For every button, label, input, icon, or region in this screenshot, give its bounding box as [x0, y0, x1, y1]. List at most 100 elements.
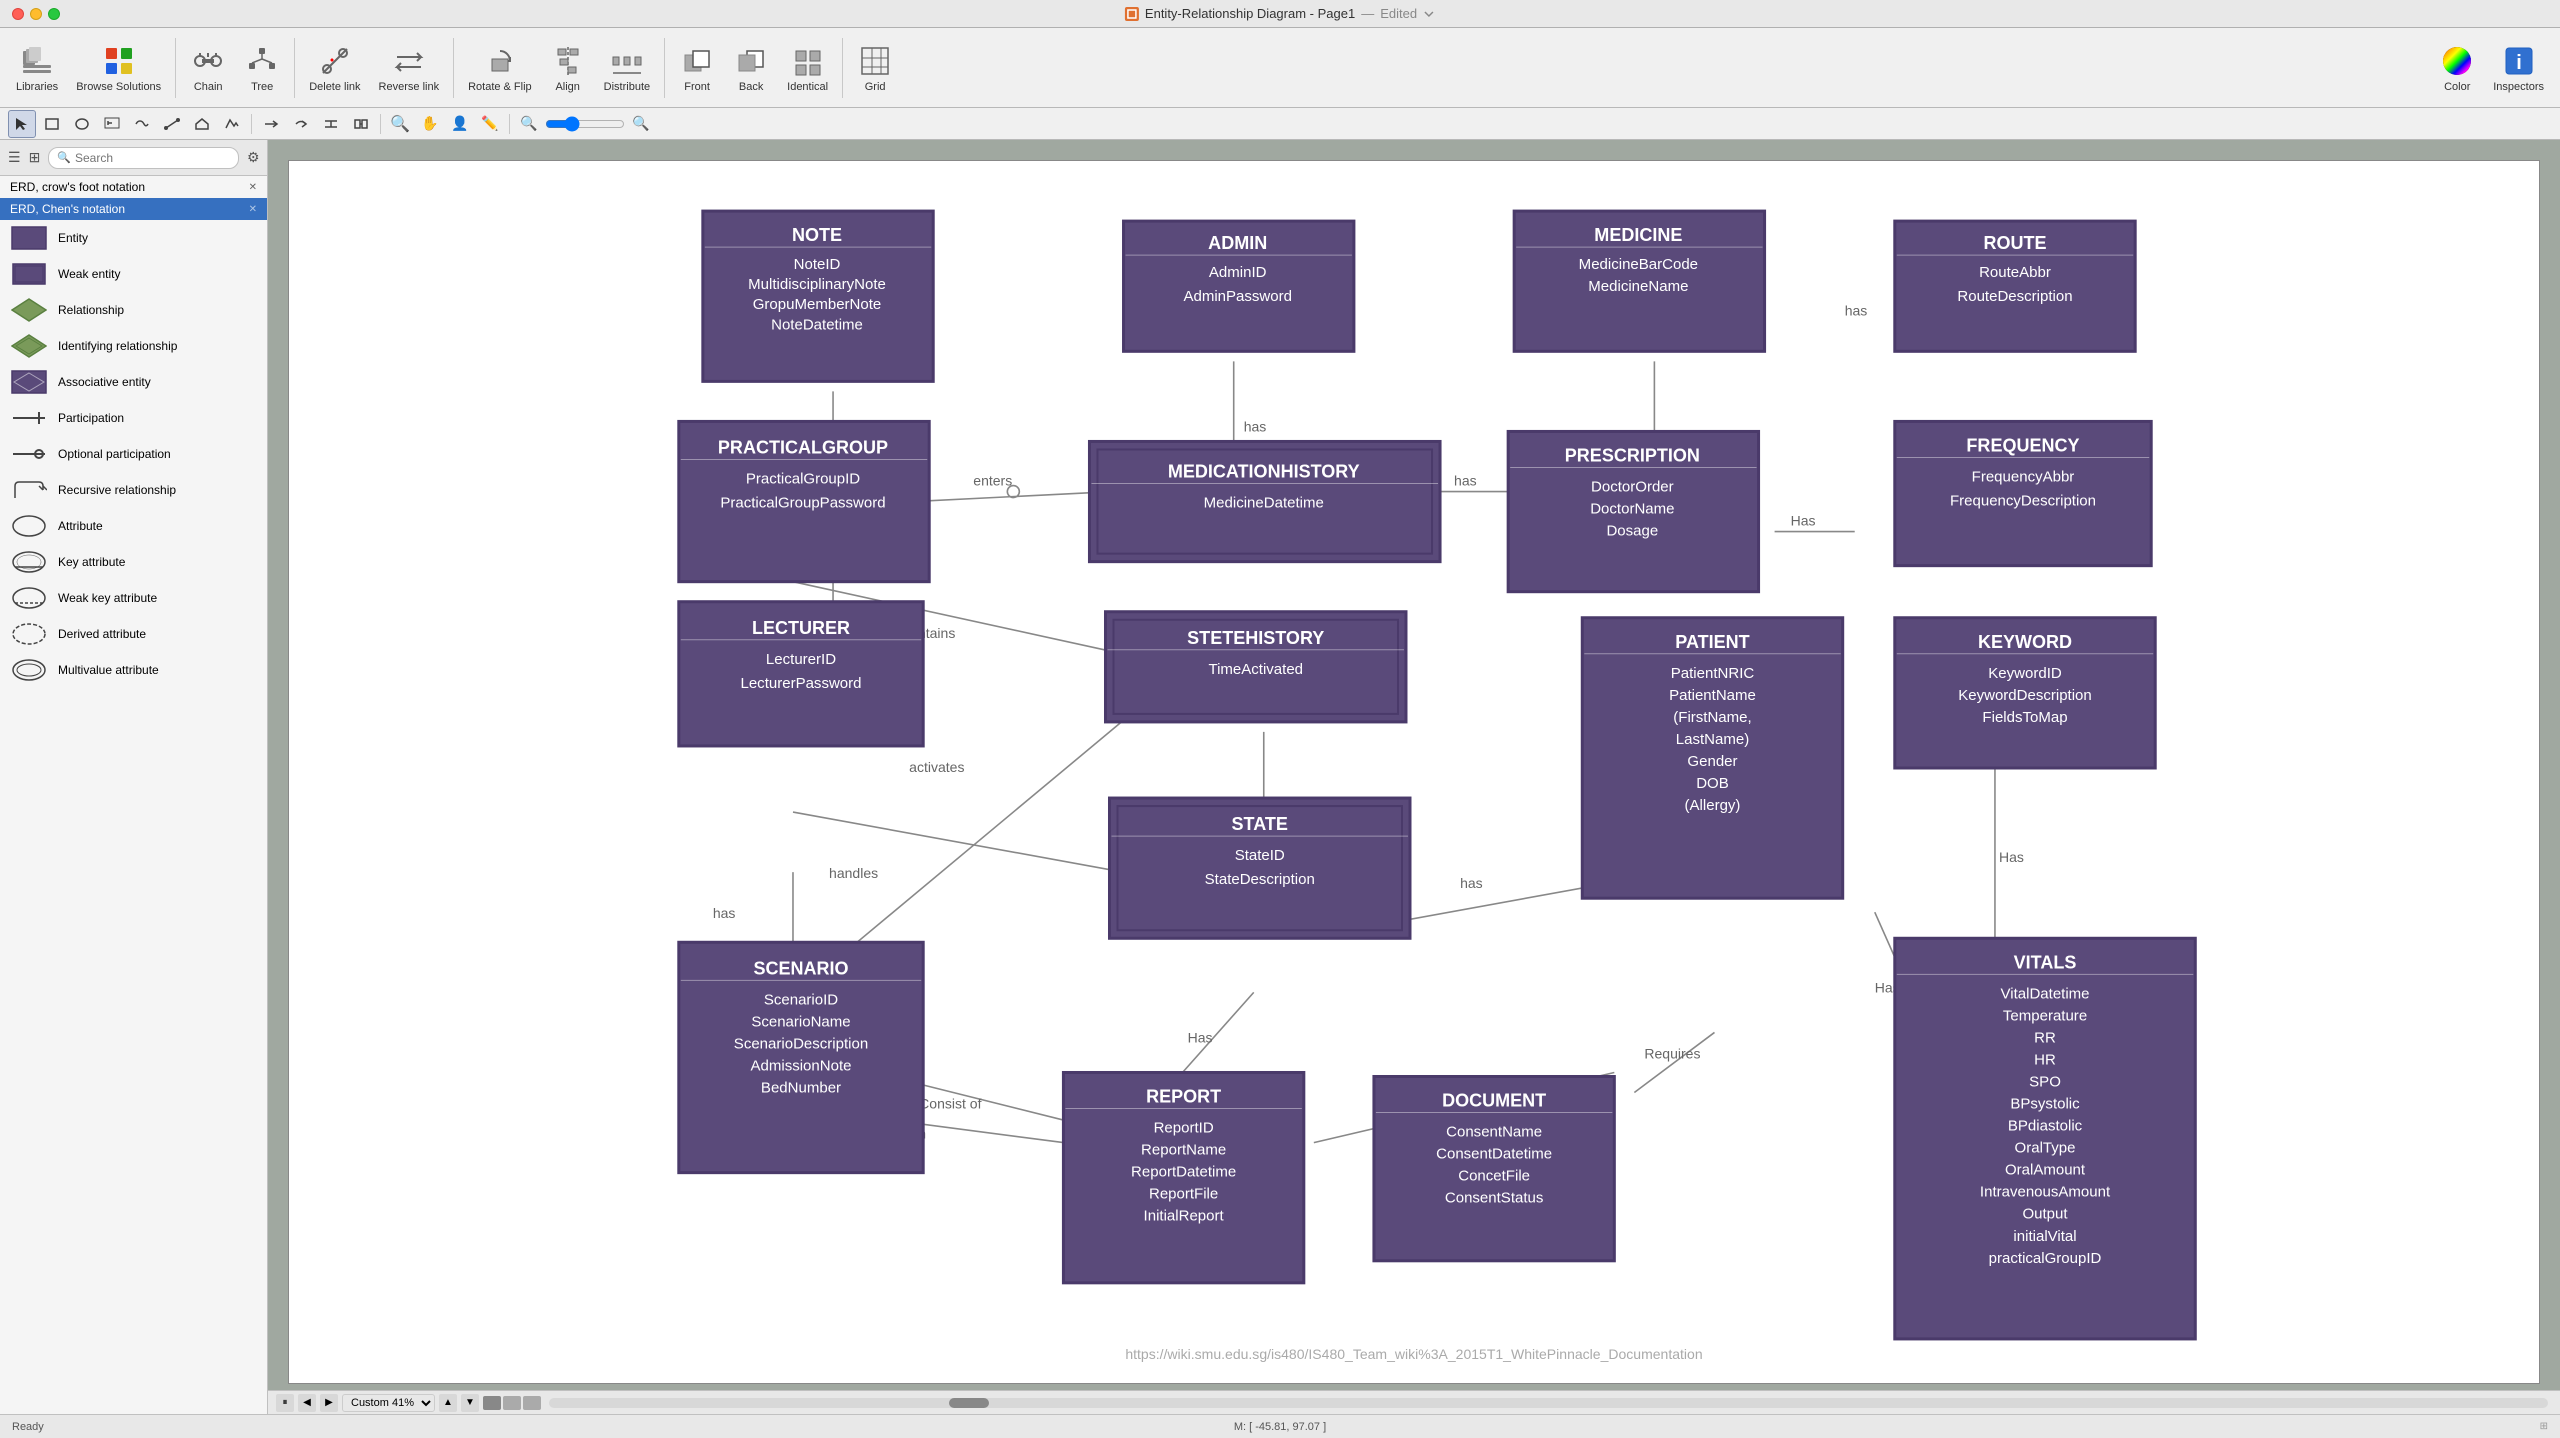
svg-text:REPORT: REPORT: [1146, 1087, 1221, 1107]
zoom-plus-btn[interactable]: 🔍: [627, 110, 655, 138]
shape-participation[interactable]: Participation: [0, 400, 267, 436]
pan-tool[interactable]: ✋: [416, 110, 444, 138]
tool-d[interactable]: [347, 110, 375, 138]
inspectors-button[interactable]: i Inspectors: [2485, 33, 2552, 103]
svg-text:ReportDatetime: ReportDatetime: [1131, 1164, 1236, 1181]
align-button[interactable]: Align: [542, 33, 594, 103]
search-input[interactable]: [75, 151, 230, 165]
shape-recursive[interactable]: Recursive relationship: [0, 472, 267, 508]
tool-extra-2[interactable]: [218, 110, 246, 138]
shape-attribute[interactable]: Attribute: [0, 508, 267, 544]
svg-text:FREQUENCY: FREQUENCY: [1966, 435, 2079, 455]
identical-button[interactable]: Identical: [779, 33, 836, 103]
resize-handle[interactable]: ⊞: [2540, 1421, 2548, 1432]
delete-link-button[interactable]: Delete link: [301, 33, 368, 103]
svg-text:practicalGroupID: practicalGroupID: [1989, 1250, 2102, 1267]
shape-opt-participation[interactable]: Optional participation: [0, 436, 267, 472]
text-tool[interactable]: [98, 110, 126, 138]
tool-b[interactable]: [287, 110, 315, 138]
svg-text:(Allergy): (Allergy): [1685, 797, 1741, 814]
browse-label: Browse Solutions: [76, 81, 161, 93]
zoom-down-btn[interactable]: ▼: [461, 1394, 479, 1412]
delete-link-icon: [317, 43, 353, 79]
ellipse-tool[interactable]: [68, 110, 96, 138]
shape-entity[interactable]: Entity: [0, 220, 267, 256]
rect-tool[interactable]: [38, 110, 66, 138]
minimize-button[interactable]: [30, 8, 42, 20]
library-chens[interactable]: ERD, Chen's notation ✕: [0, 198, 267, 220]
tool-a[interactable]: [257, 110, 285, 138]
view-btn-3[interactable]: [523, 1396, 541, 1410]
svg-text:activates: activates: [909, 759, 964, 775]
line-tool[interactable]: [128, 110, 156, 138]
grid-view-icon[interactable]: ⊞: [29, 149, 41, 166]
svg-text:STATE: STATE: [1232, 814, 1288, 834]
prev-page-btn[interactable]: ◀: [298, 1394, 316, 1412]
color-button[interactable]: Color: [2431, 33, 2483, 103]
page-controls: ⏸ ◀ ▶ Custom 41% 25% 50% 75% 100% ▲ ▼: [268, 1390, 2560, 1414]
svg-text:has: has: [1845, 302, 1868, 318]
select-tool[interactable]: [8, 110, 36, 138]
svg-text:Gender: Gender: [1687, 753, 1737, 770]
browse-button[interactable]: Browse Solutions: [68, 33, 169, 103]
shape-key-attribute[interactable]: Key attribute: [0, 544, 267, 580]
zoom-minus-btn[interactable]: 🔍: [515, 110, 543, 138]
distribute-button[interactable]: Distribute: [596, 33, 658, 103]
tool-extra-1[interactable]: [188, 110, 216, 138]
svg-text:GropuMemberNote: GropuMemberNote: [753, 296, 882, 313]
svg-text:AdminPassword: AdminPassword: [1183, 288, 1292, 305]
diagram-canvas[interactable]: completes has enters contains Is prescri…: [288, 160, 2540, 1384]
search-box[interactable]: 🔍: [48, 147, 239, 169]
window-controls[interactable]: [12, 8, 60, 20]
back-button[interactable]: Back: [725, 33, 777, 103]
svg-text:Has: Has: [1791, 513, 1816, 529]
shape-derived-attribute[interactable]: Derived attribute: [0, 616, 267, 652]
grid-button[interactable]: Grid: [849, 33, 901, 103]
edit-tool[interactable]: 👤: [446, 110, 474, 138]
svg-text:initialVital: initialVital: [2013, 1228, 2076, 1245]
svg-text:PATIENT: PATIENT: [1675, 632, 1749, 652]
front-button[interactable]: Front: [671, 33, 723, 103]
divider-2: [294, 38, 295, 98]
view-btn-2[interactable]: [503, 1396, 521, 1410]
shape-assoc-entity[interactable]: Associative entity: [0, 364, 267, 400]
next-page-btn[interactable]: ▶: [320, 1394, 338, 1412]
search-icon: 🔍: [57, 151, 71, 164]
close-chens-icon[interactable]: ✕: [249, 204, 257, 215]
tool-c[interactable]: [317, 110, 345, 138]
chain-button[interactable]: Chain: [182, 33, 234, 103]
libraries-button[interactable]: Libraries: [8, 33, 66, 103]
close-crows-foot-icon[interactable]: ✕: [249, 182, 257, 193]
maximize-button[interactable]: [48, 8, 60, 20]
svg-text:MEDICINE: MEDICINE: [1594, 225, 1682, 245]
list-view-icon[interactable]: ☰: [8, 149, 21, 166]
shape-multivalue[interactable]: Multivalue attribute: [0, 652, 267, 688]
libraries-icon: [19, 43, 55, 79]
pause-btn[interactable]: ⏸: [276, 1394, 294, 1412]
close-button[interactable]: [12, 8, 24, 20]
shape-weak-entity[interactable]: Weak entity: [0, 256, 267, 292]
zoom-slider[interactable]: [545, 116, 625, 132]
shape-id-relationship[interactable]: Identifying relationship: [0, 328, 267, 364]
conn-tool[interactable]: [158, 110, 186, 138]
shape-relationship[interactable]: Relationship: [0, 292, 267, 328]
svg-text:KeywordID: KeywordID: [1988, 665, 2062, 682]
svg-text:LECTURER: LECTURER: [752, 618, 850, 638]
tree-button[interactable]: Tree: [236, 33, 288, 103]
svg-text:DoctorName: DoctorName: [1590, 501, 1674, 518]
view-btn-1[interactable]: [483, 1396, 501, 1410]
pencil-tool[interactable]: ✏️: [476, 110, 504, 138]
browse-icon: [101, 43, 137, 79]
window-title: Entity-Relationship Diagram - Page1 — Ed…: [1125, 6, 1435, 21]
canvas-area[interactable]: completes has enters contains Is prescri…: [268, 140, 2560, 1414]
zoom-out-btn[interactable]: 🔍: [386, 110, 414, 138]
zoom-select[interactable]: Custom 41% 25% 50% 75% 100%: [342, 1394, 435, 1412]
zoom-up-btn[interactable]: ▲: [439, 1394, 457, 1412]
library-crows-foot[interactable]: ERD, crow's foot notation ✕: [0, 176, 267, 198]
reverse-link-button[interactable]: Reverse link: [371, 33, 448, 103]
rotate-flip-button[interactable]: Rotate & Flip: [460, 33, 540, 103]
shape-weak-key-attribute[interactable]: Weak key attribute: [0, 580, 267, 616]
sidebar-settings-icon[interactable]: ⚙: [247, 149, 260, 166]
scroll-thumb[interactable]: [549, 1398, 2548, 1408]
svg-text:Consist of: Consist of: [919, 1096, 981, 1112]
